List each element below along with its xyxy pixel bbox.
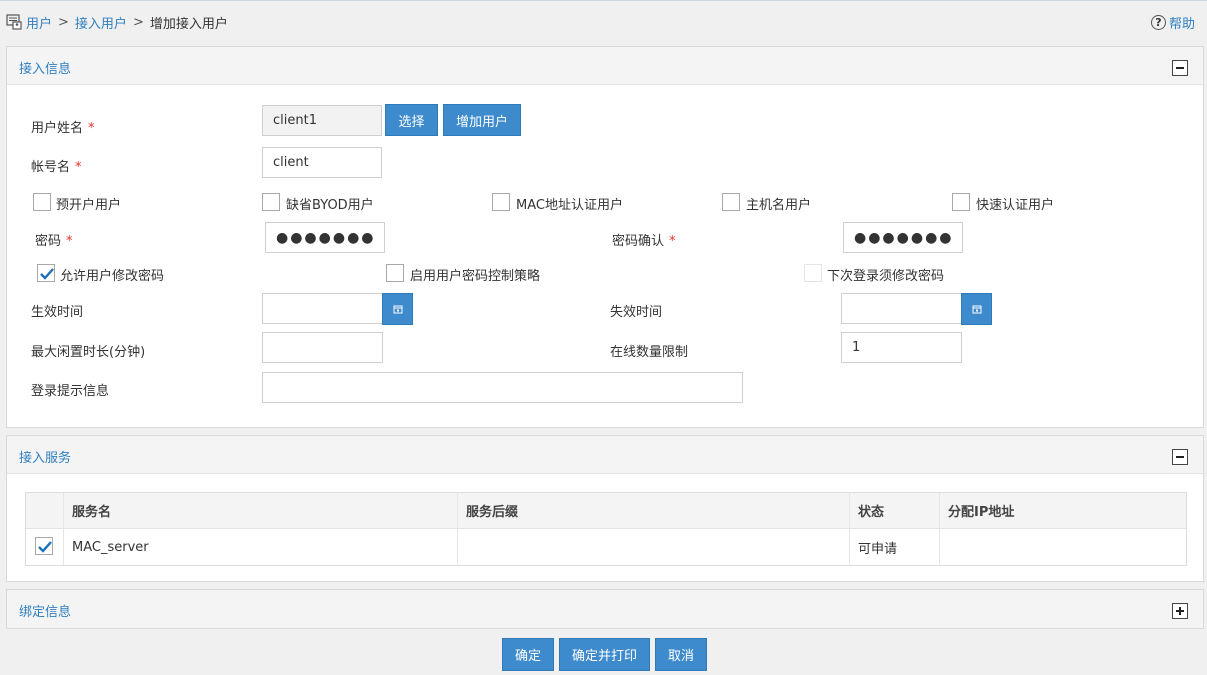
header-select	[26, 493, 64, 528]
confirm-print-button[interactable]: 确定并打印	[559, 638, 650, 671]
service-status-cell: 可申请	[850, 529, 940, 565]
password-confirm-label-text: 密码确认	[612, 234, 665, 249]
next-login-change-password-checkbox[interactable]	[804, 264, 822, 282]
service-ip-cell	[940, 529, 1186, 565]
panel-title: 接入信息	[19, 62, 72, 77]
account-field[interactable]: client	[262, 147, 382, 178]
panel-title: 接入服务	[19, 451, 72, 466]
help-link[interactable]: ? 帮助	[1150, 13, 1195, 32]
row-checkbox[interactable]	[35, 537, 53, 555]
add-user-button[interactable]: 增加用户	[443, 104, 521, 136]
quick-auth-user-label: 快速认证用户	[976, 198, 1055, 213]
preopen-user-checkbox[interactable]	[33, 193, 51, 211]
breadcrumb-access-users[interactable]: 接入用户	[75, 13, 127, 32]
login-prompt-field[interactable]	[262, 372, 743, 403]
confirm-button[interactable]: 确定	[502, 638, 554, 671]
collapse-icon[interactable]	[1172, 60, 1188, 76]
password-confirm-label: 密码确认 *	[612, 230, 676, 249]
column-header: 状态	[850, 493, 940, 528]
effective-time-label: 生效时间	[31, 305, 84, 320]
select-button[interactable]: 选择	[385, 104, 438, 136]
breadcrumb-separator: >	[58, 14, 69, 30]
next-login-change-password-label: 下次登录须修改密码	[827, 269, 945, 284]
hostname-user-label: 主机名用户	[746, 198, 812, 213]
access-info-header: 接入信息	[7, 47, 1203, 85]
online-limit-field[interactable]: 1	[841, 332, 962, 363]
quick-auth-user-checkbox[interactable]	[952, 193, 970, 211]
preopen-user-label: 预开户用户	[56, 198, 122, 213]
help-icon: ?	[1150, 15, 1166, 30]
checkmark-icon	[38, 541, 52, 553]
expire-time-field[interactable]	[841, 293, 962, 324]
effective-time-field[interactable]	[262, 293, 383, 324]
required-mark: *	[669, 234, 676, 249]
max-idle-label: 最大闲置时长(分钟)	[31, 345, 146, 360]
access-info-panel: 接入信息 用户姓名 * client1 选择 增加用户 帐号名 * client 预…	[6, 46, 1204, 428]
collapse-icon[interactable]	[1172, 449, 1188, 465]
service-suffix-cell	[458, 529, 850, 565]
column-header: 服务后缀	[458, 493, 850, 528]
mac-auth-user-label: MAC地址认证用户	[516, 198, 623, 213]
byod-user-checkbox[interactable]	[262, 193, 280, 211]
online-limit-label: 在线数量限制	[610, 345, 689, 360]
user-list-icon	[6, 14, 22, 30]
password-label: 密码 *	[35, 230, 73, 249]
password-policy-label: 启用用户密码控制策略	[410, 269, 541, 284]
password-field[interactable]: ●●●●●●●	[265, 222, 385, 253]
binding-info-header: 绑定信息	[7, 590, 1203, 628]
panel-title: 绑定信息	[19, 605, 72, 620]
max-idle-field[interactable]	[262, 332, 383, 363]
checkmark-icon	[40, 268, 54, 280]
mac-auth-user-checkbox[interactable]	[492, 193, 510, 211]
required-mark: *	[88, 121, 95, 136]
row-select-cell	[26, 529, 64, 565]
allow-change-password-label: 允许用户修改密码	[60, 269, 165, 284]
service-name-cell: MAC_server	[64, 529, 458, 565]
byod-user-label: 缺省BYOD用户	[286, 198, 374, 213]
user-name-label: 用户姓名 *	[31, 117, 95, 136]
calendar-icon[interactable]	[382, 293, 413, 325]
expand-icon[interactable]	[1172, 603, 1188, 619]
expire-time-label: 失效时间	[610, 305, 663, 320]
breadcrumb-current: 增加接入用户	[149, 16, 228, 32]
password-label-text: 密码	[35, 234, 62, 249]
account-label-text: 帐号名	[31, 160, 71, 175]
user-name-field[interactable]: client1	[262, 105, 382, 136]
allow-change-password-checkbox[interactable]	[37, 264, 55, 282]
calendar-icon[interactable]	[961, 293, 992, 325]
cancel-button[interactable]: 取消	[655, 638, 707, 671]
required-mark: *	[75, 160, 82, 175]
table-row[interactable]: MAC_server 可申请	[26, 529, 1186, 565]
breadcrumb: 用户 > 接入用户 > 增加接入用户	[6, 12, 228, 32]
password-confirm-field[interactable]: ●●●●●●●	[843, 222, 963, 253]
account-label: 帐号名 *	[31, 156, 82, 175]
required-mark: *	[66, 234, 73, 249]
hostname-user-checkbox[interactable]	[722, 193, 740, 211]
access-service-header: 接入服务	[7, 436, 1203, 474]
access-service-panel: 接入服务 服务名 服务后缀 状态 分配IP地址 MAC_server 可申请	[6, 435, 1204, 582]
login-prompt-label: 登录提示信息	[31, 384, 110, 399]
table-header: 服务名 服务后缀 状态 分配IP地址	[26, 493, 1186, 529]
service-table: 服务名 服务后缀 状态 分配IP地址 MAC_server 可申请	[25, 492, 1187, 566]
help-label: 帮助	[1168, 17, 1195, 32]
column-header: 分配IP地址	[948, 505, 1015, 520]
binding-info-panel: 绑定信息	[6, 589, 1204, 629]
password-policy-checkbox[interactable]	[386, 264, 404, 282]
breadcrumb-separator: >	[132, 14, 144, 30]
column-header: 服务名	[64, 493, 458, 528]
user-name-label-text: 用户姓名	[31, 121, 84, 136]
breadcrumb-users[interactable]: 用户	[26, 13, 52, 32]
